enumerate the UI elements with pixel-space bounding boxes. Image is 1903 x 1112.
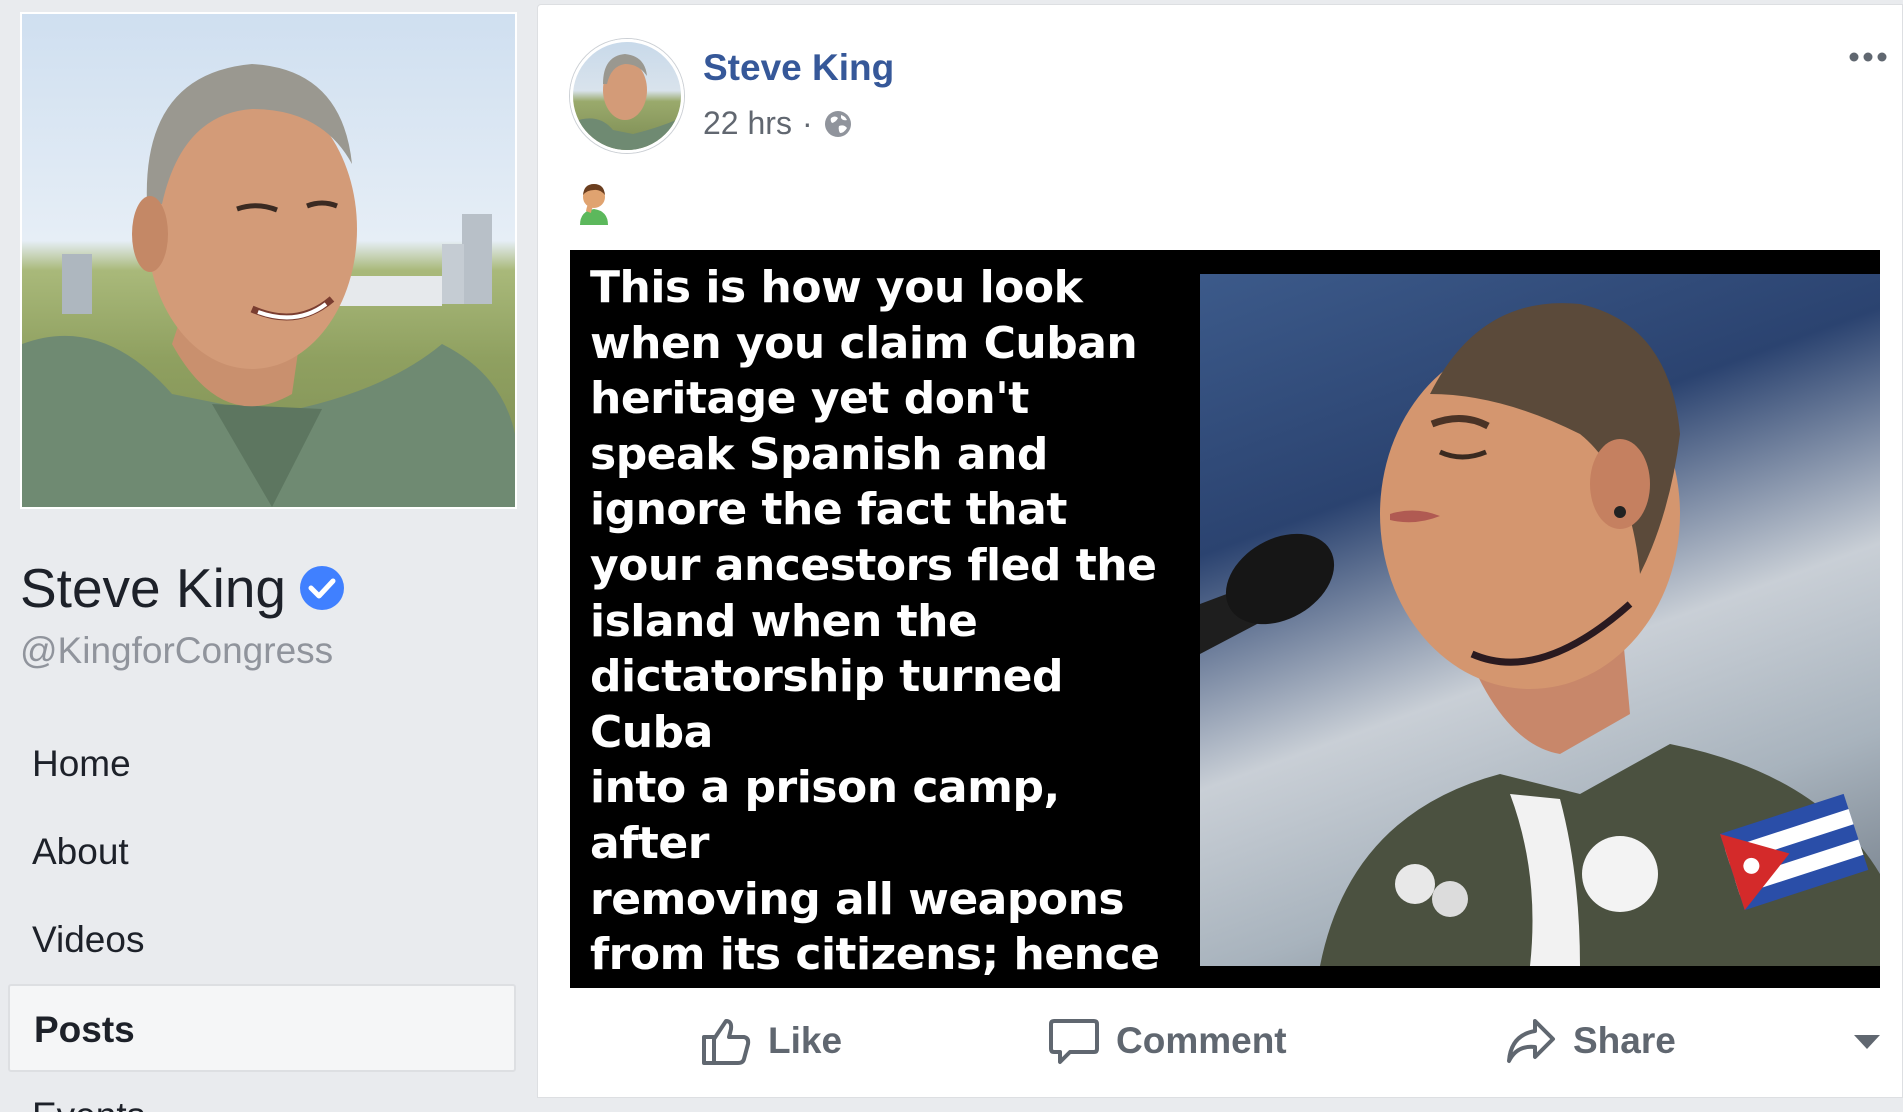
post-card: Steve King 22 hrs · This is how you look… <box>537 4 1903 1098</box>
verified-badge-icon <box>300 566 345 610</box>
nav-item-events[interactable]: Events <box>8 1072 516 1112</box>
left-sidebar: Steve King @KingforCongress Home About V… <box>0 0 530 1112</box>
meta-separator: · <box>801 105 813 141</box>
author-avatar[interactable] <box>570 39 684 153</box>
meme-photo-illustration <box>1200 303 1880 966</box>
post-image[interactable]: This is how you look when you claim Cuba… <box>570 250 1880 988</box>
thumbs-up-icon <box>702 1019 751 1065</box>
like-button[interactable]: Like <box>700 1015 842 1067</box>
facepalm-icon <box>580 184 608 225</box>
post-author[interactable]: Steve King <box>703 47 894 89</box>
comment-button[interactable]: Comment <box>1048 1015 1287 1067</box>
page-nav: Home About Videos Posts Events <box>8 720 516 1112</box>
page-name[interactable]: Steve King <box>20 556 346 620</box>
nav-item-videos[interactable]: Videos <box>8 896 516 984</box>
page-name-text[interactable]: Steve King <box>20 556 286 620</box>
share-label: Share <box>1573 1020 1676 1061</box>
globe-icon <box>824 110 851 137</box>
avatar-illustration <box>573 54 681 150</box>
meme-caption: This is how you look when you claim Cuba… <box>590 262 1160 988</box>
comment-bubble-icon <box>1049 1019 1099 1064</box>
post-timestamp[interactable]: 22 hrs <box>703 105 792 142</box>
nav-item-home[interactable]: Home <box>8 720 516 808</box>
post-actions: Like Comment Share <box>570 1005 1880 1085</box>
comment-label: Comment <box>1116 1020 1287 1061</box>
nav-item-posts[interactable]: Posts <box>8 984 516 1072</box>
post-meta: 22 hrs · <box>703 105 853 142</box>
profile-photo-illustration <box>22 64 515 507</box>
page-handle[interactable]: @KingforCongress <box>20 630 333 672</box>
nav-item-about[interactable]: About <box>8 808 516 896</box>
like-label: Like <box>768 1020 843 1061</box>
share-arrow-icon <box>1507 1019 1555 1063</box>
share-button[interactable]: Share <box>1505 1015 1676 1067</box>
more-options-icon[interactable] <box>1846 47 1890 67</box>
chevron-down-icon[interactable] <box>1854 1035 1880 1051</box>
profile-photo[interactable] <box>20 12 517 509</box>
meme-photo <box>1200 274 1880 966</box>
